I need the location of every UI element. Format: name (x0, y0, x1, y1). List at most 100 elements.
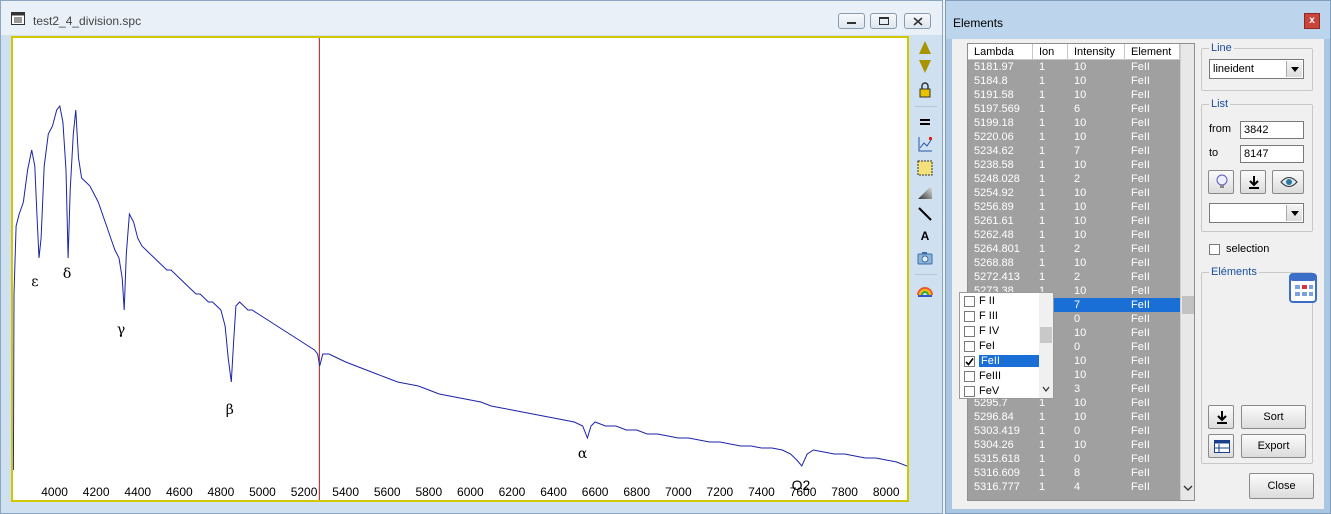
table-row[interactable]: 5296.84 1 10 FeII (968, 410, 1180, 424)
cell-element: FeII (1131, 411, 1150, 423)
spectrum-title-bar[interactable]: test2_4_division.spc (1, 1, 942, 35)
scrollbar-thumb[interactable] (1182, 296, 1194, 314)
element-checkbox[interactable] (964, 386, 975, 397)
export-button[interactable]: Export (1241, 434, 1306, 458)
table-row[interactable]: 5220.06 1 10 FeII (968, 130, 1180, 144)
from-input[interactable]: 3842 (1240, 121, 1304, 139)
table-row[interactable]: 5234.62 1 7 FeII (968, 144, 1180, 158)
scrollbar-thumb[interactable] (1040, 327, 1052, 343)
x-tick-label: 6800 (623, 485, 650, 499)
selection-checkbox[interactable] (1209, 244, 1220, 255)
cell-intensity: 10 (1074, 117, 1087, 129)
cell-intensity: 3 (1074, 383, 1081, 395)
element-checkbox[interactable] (964, 296, 975, 307)
table-row[interactable]: 5316.609 1 8 FeII (968, 466, 1180, 480)
minimize-button[interactable] (838, 13, 865, 29)
table-row[interactable]: 5304.26 1 10 FeII (968, 438, 1180, 452)
list-select[interactable] (1209, 203, 1304, 223)
download-elements-button[interactable] (1208, 405, 1234, 429)
table-row[interactable]: 5268.88 1 10 FeII (968, 256, 1180, 270)
element-list-item[interactable]: F III (962, 309, 1038, 324)
arrow-up-icon[interactable] (917, 40, 933, 56)
table-row[interactable]: 5191.58 1 10 FeII (968, 88, 1180, 102)
element-list-item[interactable]: F II (962, 294, 1038, 309)
view-button[interactable] (1272, 170, 1304, 194)
table-row[interactable]: 5181.97 1 10 FeII (968, 60, 1180, 74)
graph-icon[interactable] (917, 136, 933, 152)
column-header-ion[interactable]: Ion (1033, 44, 1068, 60)
element-checkbox[interactable] (964, 311, 975, 322)
arrow-down-icon[interactable] (917, 58, 933, 74)
select-rect-icon[interactable] (917, 160, 933, 176)
to-input[interactable]: 8147 (1240, 145, 1304, 163)
table-scrollbar[interactable] (1180, 44, 1194, 500)
chevron-down-icon[interactable] (1042, 386, 1050, 392)
camera-icon[interactable] (917, 250, 933, 266)
x-tick-label: 4200 (83, 485, 110, 499)
line-type-select[interactable]: lineident (1209, 59, 1304, 79)
column-header-lambda[interactable]: Lambda (968, 44, 1033, 60)
table-view-button[interactable] (1208, 434, 1234, 458)
cell-lambda: 5296.84 (974, 411, 1014, 423)
table-row[interactable]: 5264.801 1 2 FeII (968, 242, 1180, 256)
download-list-button[interactable] (1240, 170, 1266, 194)
table-row[interactable]: 5184.8 1 10 FeII (968, 74, 1180, 88)
lock-icon[interactable] (917, 82, 933, 98)
line-tool-icon[interactable] (917, 206, 933, 222)
spectrum-plot[interactable]: 4000 4200 4400 4600 4800 5000 5200 5400 5600 5800… (11, 36, 909, 502)
restore-button[interactable] (870, 13, 897, 29)
rainbow-icon[interactable] (917, 282, 933, 298)
table-row[interactable]: 5303.419 1 0 FeII (968, 424, 1180, 438)
element-list-item[interactable]: FeIII (962, 369, 1038, 384)
toolbar-divider (915, 274, 937, 275)
element-list-item[interactable]: FeI (962, 339, 1038, 354)
cell-intensity: 10 (1074, 215, 1087, 227)
table-row[interactable]: 5254.92 1 10 FeII (968, 186, 1180, 200)
chevron-down-icon[interactable] (1183, 484, 1193, 492)
column-header-element[interactable]: Element (1125, 44, 1180, 60)
table-row[interactable]: 5199.18 1 10 FeII (968, 116, 1180, 130)
cell-intensity: 0 (1074, 341, 1081, 353)
element-checkbox[interactable] (964, 356, 975, 367)
table-row[interactable]: 5262.48 1 10 FeII (968, 228, 1180, 242)
x-tick-label: 4400 (124, 485, 151, 499)
element-checkbox[interactable] (964, 326, 975, 337)
cell-lambda: 5220.06 (974, 131, 1014, 143)
element-list-item[interactable]: F IV (962, 324, 1038, 339)
table-row[interactable]: 5197.569 1 6 FeII (968, 102, 1180, 116)
lines-table[interactable]: Lambda Ion Intensity Element 5181.97 1 10 F… (967, 43, 1195, 501)
close-button[interactable]: Close (1249, 473, 1314, 499)
elements-title-bar[interactable]: Elements x (946, 1, 1330, 39)
text-tool-icon[interactable]: A (917, 228, 933, 244)
cell-lambda: 5261.61 (974, 215, 1014, 227)
table-row[interactable]: 5261.61 1 10 FeII (968, 214, 1180, 228)
sort-button[interactable]: Sort (1241, 405, 1306, 429)
element-checkbox[interactable] (964, 341, 975, 352)
cell-intensity: 10 (1074, 327, 1087, 339)
bulb-button[interactable] (1208, 170, 1234, 194)
element-list-item[interactable]: FeII (962, 354, 1039, 369)
table-row[interactable]: 5256.89 1 10 FeII (968, 200, 1180, 214)
dialog-close-button[interactable]: x (1304, 13, 1320, 29)
table-row[interactable]: 5248.028 1 2 FeII (968, 172, 1180, 186)
table-row[interactable]: 5315.618 1 0 FeII (968, 452, 1180, 466)
gradient-icon[interactable] (917, 184, 933, 200)
element-name: F III (979, 310, 998, 322)
equals-icon[interactable] (917, 114, 933, 130)
table-row[interactable]: 5316.777 1 4 FeII (968, 480, 1180, 494)
column-header-intensity[interactable]: Intensity (1068, 44, 1125, 60)
periodic-table-icon[interactable] (1289, 271, 1317, 303)
table-row[interactable]: 5272.413 1 2 FeII (968, 270, 1180, 284)
window-close-button[interactable] (904, 13, 931, 29)
elements-list-scrollbar[interactable] (1039, 293, 1053, 398)
dropdown-button[interactable] (1286, 205, 1302, 221)
cell-lambda: 5262.48 (974, 229, 1014, 241)
element-list-item[interactable]: FeV (962, 384, 1038, 398)
elements-list[interactable]: F II F III F IV FeI FeII FeIII FeV (959, 292, 1054, 399)
element-checkbox[interactable] (964, 371, 975, 382)
cell-ion: 1 (1039, 243, 1046, 255)
dropdown-button[interactable] (1286, 61, 1302, 77)
cell-element: FeII (1131, 103, 1150, 115)
table-row[interactable]: 5238.58 1 10 FeII (968, 158, 1180, 172)
line-annotation: γ (117, 322, 125, 338)
